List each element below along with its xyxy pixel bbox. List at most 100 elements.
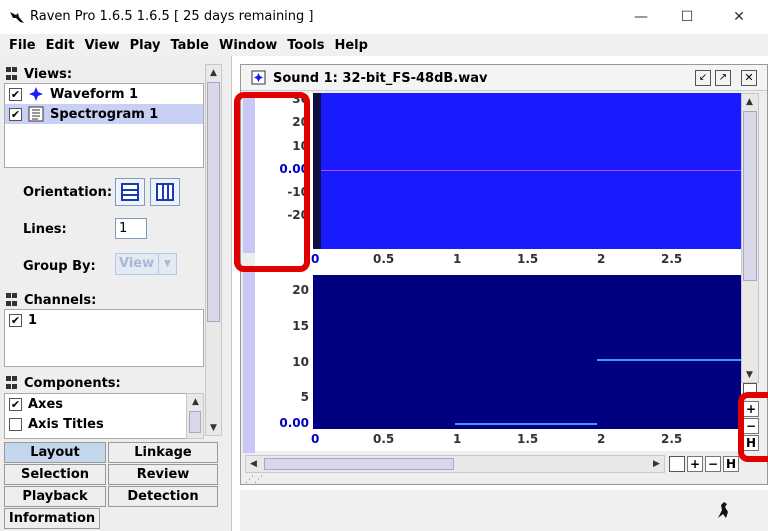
menu-file[interactable]: File [4, 38, 41, 53]
group-by-select[interactable]: View ▼ [115, 253, 177, 275]
x-tick-label: 2 [597, 432, 606, 446]
waveform-zero-line [313, 170, 741, 171]
checkbox[interactable]: ✔ [9, 87, 22, 101]
window-title: Raven Pro 1.6.5 1.6.5 [ 25 days remainin… [30, 9, 314, 24]
sound-window-titlebar: Sound 1: 32-bit_FS-48dB.wav ↙ ↗ ✕ [241, 65, 767, 91]
side-panel-scrollbar[interactable]: ▲ ▼ [205, 64, 222, 436]
y-tick-label: 5 [300, 390, 309, 404]
list-item-label: Spectrogram 1 [50, 106, 159, 122]
lines-label: Lines: [23, 222, 67, 237]
channels-header: Channels: [0, 290, 200, 310]
zoom-in-x-button[interactable]: + [687, 456, 703, 472]
maximize-button[interactable]: ☐ [664, 0, 710, 34]
spectrogram-band-low [455, 423, 597, 425]
list-item-axis-titles[interactable]: Axis Titles [5, 414, 203, 434]
restore-icon[interactable]: ↗ [715, 70, 731, 86]
list-item-waveform[interactable]: ✔ Waveform 1 [5, 84, 203, 104]
group-by-value: View [119, 256, 155, 271]
view-layout-icon[interactable] [669, 456, 685, 472]
checkbox[interactable] [9, 417, 22, 431]
menu-play[interactable]: Play [125, 38, 166, 53]
tab-linkage[interactable]: Linkage [108, 442, 218, 463]
orientation-horizontal-button[interactable] [115, 178, 145, 206]
lines-input[interactable]: 1 [115, 218, 147, 239]
scroll-up-icon[interactable]: ▲ [188, 394, 203, 409]
menu-table[interactable]: Table [165, 38, 214, 53]
menu-window[interactable]: Window [214, 38, 282, 53]
spectrogram-view-icon [28, 106, 44, 122]
x-tick-label: 0.5 [373, 432, 395, 446]
channels-list: ✔ 1 [4, 309, 204, 367]
x-tick-label: 0 [311, 432, 320, 446]
group-by-label: Group By: [23, 259, 96, 274]
spectrogram-band-high [597, 359, 741, 361]
sound-window-title: Sound 1: 32-bit_FS-48dB.wav [273, 71, 488, 86]
list-item-axes[interactable]: ✔ Axes [5, 394, 203, 414]
chevron-down-icon: ▼ [158, 254, 176, 274]
scroll-thumb[interactable] [207, 82, 220, 322]
orientation-vertical-button[interactable] [150, 178, 180, 206]
scroll-right-icon[interactable]: ▶ [649, 456, 664, 471]
vertical-layout-icon [156, 183, 174, 201]
waveform-plot[interactable] [313, 93, 741, 249]
tab-review[interactable]: Review [108, 464, 218, 485]
grip-icon [6, 376, 20, 390]
close-icon[interactable]: ✕ [741, 70, 757, 86]
list-item-label: Axes [28, 396, 64, 412]
zoom-out-x-button[interactable]: − [705, 456, 721, 472]
scroll-up-icon[interactable]: ▲ [206, 65, 221, 80]
scroll-thumb[interactable] [189, 411, 201, 433]
spectrogram-y-axis: 20 15 10 5 0.00 [255, 273, 313, 430]
components-scrollbar[interactable]: ▲ [186, 393, 204, 439]
tab-layout[interactable]: Layout [4, 442, 106, 463]
y-tick-label-zero: 0.00 [279, 416, 309, 430]
spectrogram-view[interactable]: 20 15 10 5 0.00 0 0.5 1 1.5 2 2.5 [255, 273, 741, 451]
scroll-up-icon[interactable]: ▲ [742, 94, 757, 109]
side-panel: Views: ✔ Waveform 1 ✔ Spectrogram 1 Orie… [0, 56, 232, 531]
minimize-button[interactable]: — [618, 0, 664, 34]
menu-tools[interactable]: Tools [282, 38, 329, 53]
minimize-icon[interactable]: ↙ [695, 70, 711, 86]
red-annotation-circle [234, 92, 310, 272]
sound-window: Sound 1: 32-bit_FS-48dB.wav ↙ ↗ ✕ 30 20 … [240, 64, 768, 485]
list-item-label: 1 [28, 312, 38, 328]
sound-vertical-scrollbar[interactable]: ▲ ▼ [741, 93, 759, 383]
waveform-view[interactable]: 30 20 10 0.00 -10 -20 0 0.5 1 1.5 2 2.5 [255, 92, 741, 273]
menu-help[interactable]: Help [329, 38, 372, 53]
orientation-label: Orientation: [23, 185, 113, 200]
tab-selection[interactable]: Selection [4, 464, 106, 485]
list-item-label: Axis Titles [28, 416, 104, 432]
checkbox[interactable]: ✔ [9, 397, 22, 411]
scroll-left-icon[interactable]: ◀ [246, 456, 261, 471]
spectrogram-plot[interactable] [313, 275, 741, 429]
tab-playback[interactable]: Playback [4, 486, 106, 507]
list-item-channel[interactable]: ✔ 1 [5, 310, 203, 330]
checkbox[interactable]: ✔ [9, 313, 22, 327]
zoom-full-x-button[interactable]: H [723, 456, 739, 472]
raven-bird-icon [718, 502, 728, 518]
list-item-label: Waveform 1 [50, 86, 139, 102]
scroll-down-icon[interactable]: ▼ [742, 367, 757, 382]
grip-icon [6, 67, 20, 81]
menu-edit[interactable]: Edit [41, 38, 80, 53]
x-tick-label: 1 [453, 252, 462, 266]
resize-grip-icon[interactable]: ⋰⋰ [245, 475, 263, 485]
waveform-signal [313, 93, 321, 249]
x-tick-label: 1.5 [517, 432, 539, 446]
tab-information[interactable]: Information [4, 508, 100, 529]
components-header: Components: [0, 373, 200, 393]
menu-view[interactable]: View [79, 38, 124, 53]
checkbox[interactable]: ✔ [9, 107, 22, 121]
raven-logo-icon [10, 12, 24, 23]
sound-horizontal-scrollbar[interactable]: ◀ ▶ [245, 455, 665, 473]
x-tick-label: 0 [311, 252, 320, 266]
list-item-spectrogram[interactable]: ✔ Spectrogram 1 [5, 104, 203, 124]
close-button[interactable]: ✕ [716, 0, 762, 34]
red-annotation-circle [738, 392, 768, 462]
scroll-thumb[interactable] [264, 458, 454, 470]
tab-detection[interactable]: Detection [108, 486, 218, 507]
scroll-thumb[interactable] [743, 111, 757, 281]
components-list: ✔ Axes Axis Titles [4, 393, 204, 439]
scroll-down-icon[interactable]: ▼ [206, 420, 221, 435]
x-tick-label: 1.5 [517, 252, 539, 266]
